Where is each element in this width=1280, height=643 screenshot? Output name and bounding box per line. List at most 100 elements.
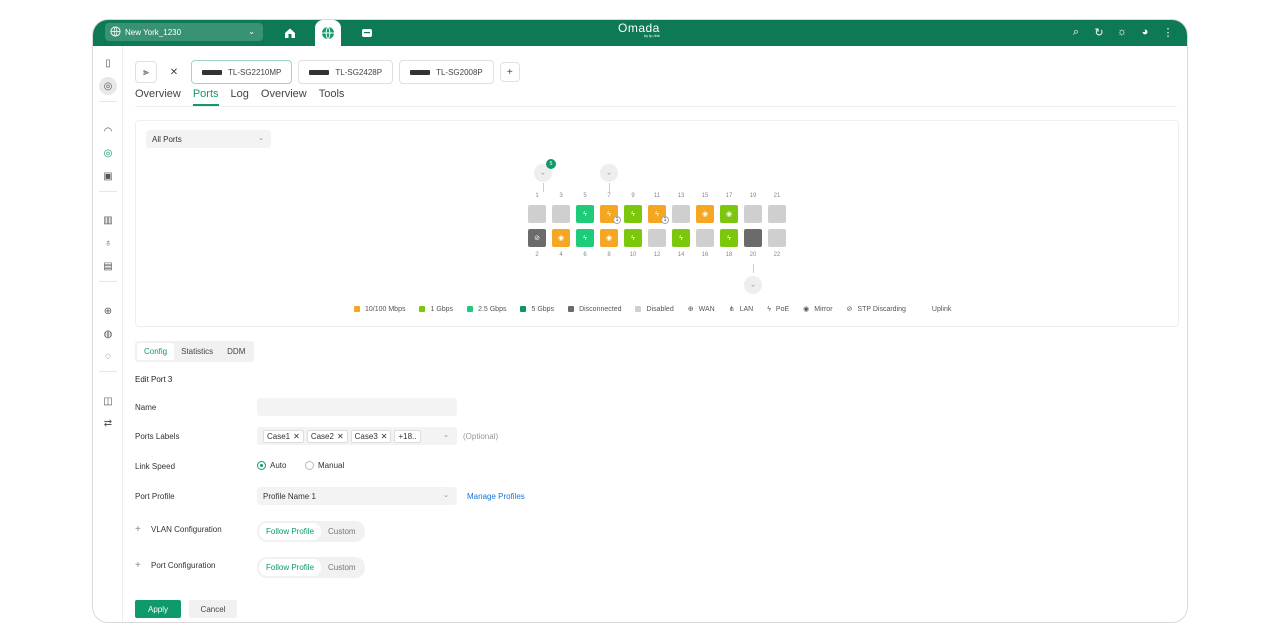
refresh-icon[interactable]: ↻ bbox=[1092, 24, 1106, 40]
port-19[interactable] bbox=[744, 205, 762, 223]
cancel-button[interactable]: Cancel bbox=[189, 600, 237, 618]
theme-sun-icon[interactable]: ☼ bbox=[1115, 24, 1129, 40]
port-20[interactable] bbox=[744, 229, 762, 247]
port-6[interactable]: ϟ bbox=[576, 229, 594, 247]
map-icon[interactable]: ▥ bbox=[99, 211, 117, 229]
more-labels-chip[interactable]: +18.. bbox=[394, 429, 421, 443]
device-tab[interactable]: TL-SG2008P bbox=[399, 60, 494, 84]
top-bar: New York_1230 ⌄ Omada by tp-link ⌕ ↻ ☼ ◕… bbox=[93, 20, 1187, 46]
port-12[interactable] bbox=[648, 229, 666, 247]
legend-swatch bbox=[635, 306, 642, 312]
port-14[interactable]: ϟ bbox=[672, 229, 690, 247]
apply-button[interactable]: Apply bbox=[135, 600, 181, 618]
add-tab-button[interactable]: + bbox=[499, 62, 520, 82]
optional-hint: (Optional) bbox=[463, 432, 499, 441]
port-3[interactable] bbox=[552, 205, 570, 223]
port-10[interactable]: ϟ bbox=[624, 229, 642, 247]
port-16[interactable] bbox=[696, 229, 714, 247]
legend-swatch bbox=[419, 306, 426, 312]
port-9[interactable]: ϟ bbox=[624, 205, 642, 223]
port-legend: 10/100 Mbps 1 Gbps 2.5 Gbps 5 Gbps Disco… bbox=[354, 305, 951, 313]
switch-icon bbox=[410, 69, 431, 75]
transfer-icon[interactable]: ⇄ bbox=[99, 414, 117, 432]
device-tab[interactable]: TL-SG2428P bbox=[298, 60, 394, 84]
follow-profile-option[interactable]: Follow Profile bbox=[259, 559, 322, 576]
security-icon[interactable]: ◍ bbox=[99, 325, 117, 343]
avatar-icon[interactable]: ◕ bbox=[1138, 24, 1152, 40]
port-21[interactable] bbox=[768, 205, 786, 223]
port-1[interactable] bbox=[528, 205, 546, 223]
tab-config[interactable]: Config bbox=[137, 343, 175, 360]
services-icon[interactable]: ◌ bbox=[99, 347, 117, 365]
name-input[interactable] bbox=[257, 398, 457, 416]
network-globe-icon[interactable] bbox=[315, 20, 341, 46]
port-22[interactable] bbox=[768, 229, 786, 247]
port-17[interactable]: ◉ bbox=[720, 205, 738, 223]
ports-labels-select[interactable]: Case1 ✕ Case2 ✕ Case3 ✕ +18.. ⌄ bbox=[257, 427, 457, 445]
port-8[interactable]: ◉ bbox=[600, 229, 618, 247]
vlan-mode-toggle: Follow Profile Custom bbox=[257, 521, 365, 542]
port-18[interactable]: ϟ bbox=[720, 229, 738, 247]
devices-icon[interactable]: ◎ bbox=[99, 144, 117, 162]
sidebar: ▯ ◎ ◠ ◎ ▣ ▥ ♁ ▤ ⊕ ◍ ◌ ◫ ⇄ bbox=[93, 46, 123, 622]
more-vertical-icon[interactable]: ⋮ bbox=[1161, 24, 1175, 40]
switch-icon bbox=[309, 69, 330, 75]
collapse-sidebar-icon[interactable]: ▯ bbox=[99, 54, 117, 72]
port-13[interactable] bbox=[672, 205, 690, 223]
statistics-icon[interactable]: ▣ bbox=[99, 167, 117, 185]
chevron-down-icon: ⌄ bbox=[443, 432, 449, 439]
site-selector[interactable]: New York_1230 ⌄ bbox=[105, 23, 263, 41]
close-icon[interactable]: ✕ bbox=[381, 432, 388, 441]
logs-icon[interactable]: ▤ bbox=[99, 257, 117, 275]
label-chip[interactable]: Case2 ✕ bbox=[306, 429, 348, 443]
close-icon[interactable]: ✕ bbox=[163, 61, 185, 83]
tab-overview[interactable]: Overview bbox=[135, 88, 181, 106]
tab-ports[interactable]: Ports bbox=[192, 88, 219, 106]
link-speed-auto-radio[interactable]: Auto bbox=[257, 461, 286, 470]
port-5[interactable]: ϟ bbox=[576, 205, 594, 223]
tools-icon[interactable]: ◫ bbox=[99, 392, 117, 410]
port-2[interactable]: ⊘ bbox=[528, 229, 546, 247]
custom-option[interactable]: Custom bbox=[321, 559, 363, 576]
custom-option[interactable]: Custom bbox=[321, 523, 363, 540]
port-profile-select[interactable]: Profile Name 1 ⌄ bbox=[257, 487, 457, 505]
expand-panel-button[interactable]: ⫸ bbox=[135, 61, 157, 83]
port-15[interactable]: ◉ bbox=[696, 205, 714, 223]
tab-tools[interactable]: Tools bbox=[319, 88, 345, 106]
network-icon[interactable]: ⊕ bbox=[99, 302, 117, 320]
close-icon[interactable]: ✕ bbox=[293, 432, 300, 441]
config-tabs: Config Statistics DDM bbox=[135, 341, 255, 362]
poe-icon: ϟ bbox=[767, 305, 771, 313]
chevron-down-icon: ⌄ bbox=[443, 492, 449, 499]
poe-badge: 1 bbox=[613, 216, 621, 224]
close-icon[interactable]: ✕ bbox=[337, 432, 344, 441]
insights-icon[interactable]: ♁ bbox=[99, 234, 117, 252]
home-icon[interactable] bbox=[277, 20, 303, 46]
follow-profile-option[interactable]: Follow Profile bbox=[259, 523, 322, 540]
lan-icon: ⋔ bbox=[728, 306, 735, 313]
label-chip[interactable]: Case1 ✕ bbox=[263, 429, 304, 443]
stp-icon: ⊘ bbox=[846, 306, 853, 313]
port-4[interactable]: ◉ bbox=[552, 229, 570, 247]
ports-panel: All Ports ⌄ ◒ 5 ◒ ◒ 1 3 5 7 9 11 13 15 1… bbox=[135, 120, 1179, 327]
chevron-down-icon: ⌄ bbox=[248, 27, 255, 36]
radio-unselected-icon bbox=[305, 461, 314, 470]
location-icon[interactable]: ◎ bbox=[99, 77, 117, 95]
tab-log[interactable]: Log bbox=[231, 88, 249, 106]
tab-ddm[interactable]: DDM bbox=[220, 343, 252, 360]
link-speed-manual-radio[interactable]: Manual bbox=[305, 461, 344, 470]
port-filter-select[interactable]: All Ports ⌄ bbox=[146, 130, 271, 148]
shield-icon[interactable] bbox=[354, 20, 380, 46]
port-configuration-row[interactable]: + Port Configuration bbox=[135, 561, 215, 571]
label-chip[interactable]: Case3 ✕ bbox=[350, 429, 392, 443]
vlan-configuration-row[interactable]: + VLAN Configuration bbox=[135, 524, 222, 535]
legend-swatch bbox=[568, 306, 575, 312]
manage-profiles-link[interactable]: Manage Profiles bbox=[467, 492, 525, 501]
search-icon[interactable]: ⌕ bbox=[1069, 24, 1083, 40]
tab-statistics[interactable]: Statistics bbox=[174, 343, 220, 360]
tab-overview-2[interactable]: Overview bbox=[261, 88, 307, 106]
ports-labels-label: Ports Labels bbox=[135, 432, 180, 441]
device-tab[interactable]: TL-SG2210MP bbox=[191, 60, 293, 84]
dashboard-icon[interactable]: ◠ bbox=[99, 122, 117, 140]
plus-icon: + bbox=[135, 524, 141, 535]
